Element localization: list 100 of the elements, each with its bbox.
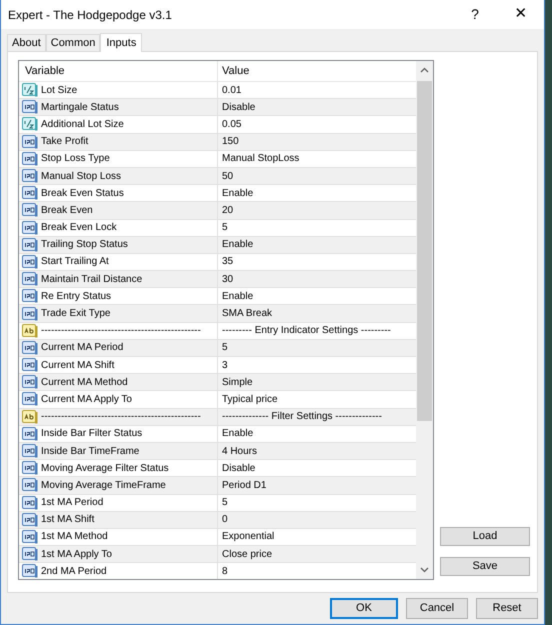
number-type-icon bbox=[22, 152, 38, 166]
variable-value: 5 bbox=[222, 221, 228, 236]
fraction-type-icon bbox=[22, 117, 38, 132]
variable-name: Break Even bbox=[41, 204, 93, 218]
number-type-icon bbox=[22, 512, 38, 527]
number-type-icon bbox=[22, 340, 38, 355]
variable-name: ------------------------------------------------ bbox=[41, 324, 201, 338]
text-type-icon bbox=[22, 410, 38, 424]
scroll-down-icon[interactable] bbox=[420, 567, 429, 573]
variable-value: 0.01 bbox=[222, 84, 242, 98]
variable-name: 1st MA Apply To bbox=[41, 548, 112, 562]
help-button[interactable]: ? bbox=[452, 0, 498, 29]
variable-name: Lot Size bbox=[41, 84, 78, 98]
variable-name: Start Trailing At bbox=[41, 255, 109, 270]
number-type-icon bbox=[22, 254, 38, 269]
variable-value: 20 bbox=[222, 204, 234, 218]
variable-value: 5 bbox=[222, 496, 228, 510]
variable-value: 4 Hours bbox=[222, 444, 258, 459]
variable-name: ------------------------------------------------ bbox=[41, 410, 201, 424]
number-type-icon bbox=[22, 564, 38, 578]
number-type-icon bbox=[22, 238, 38, 252]
variable-value: Close price bbox=[222, 548, 272, 562]
number-type-icon bbox=[22, 444, 38, 458]
variable-value: --------- Entry Indicator Settings --------- bbox=[222, 324, 391, 338]
number-type-icon bbox=[22, 426, 38, 441]
number-type-icon bbox=[22, 220, 38, 235]
variable-value: 50 bbox=[222, 170, 234, 184]
variable-value: Enable bbox=[222, 238, 254, 252]
number-type-icon bbox=[22, 134, 38, 149]
variable-name: Maintain Trail Distance bbox=[41, 272, 142, 287]
variable-value: Simple bbox=[222, 376, 253, 390]
number-type-icon bbox=[22, 461, 38, 476]
variable-value: -------------- Filter Settings -------------- bbox=[222, 410, 382, 424]
number-type-icon bbox=[22, 272, 38, 286]
side-button[interactable]: Load bbox=[440, 527, 530, 546]
column-header[interactable]: Value bbox=[218, 61, 416, 81]
variable-value: Enable bbox=[222, 186, 254, 201]
scroll-up-icon[interactable] bbox=[420, 67, 429, 73]
variable-value: 0.05 bbox=[222, 118, 242, 132]
variable-value: Enable bbox=[222, 290, 254, 304]
variable-value: 30 bbox=[222, 272, 234, 287]
number-type-icon bbox=[22, 496, 38, 510]
scroll-thumb[interactable] bbox=[417, 81, 432, 421]
variable-value: SMA Break bbox=[222, 307, 272, 322]
variable-value: Manual StopLoss bbox=[222, 152, 300, 166]
variable-value: 150 bbox=[222, 135, 239, 150]
number-type-icon bbox=[22, 478, 38, 492]
variable-name: Break Even Lock bbox=[41, 221, 117, 236]
tab[interactable]: About bbox=[7, 34, 46, 51]
variable-name: Moving Average Filter Status bbox=[41, 462, 169, 476]
variable-name: Current MA Method bbox=[41, 376, 128, 390]
scrollbar[interactable] bbox=[416, 61, 433, 579]
variable-name: Moving Average TimeFrame bbox=[41, 478, 166, 493]
number-type-icon bbox=[22, 358, 38, 372]
number-type-icon bbox=[22, 169, 38, 184]
tab[interactable]: Common bbox=[46, 34, 100, 51]
text-type-icon bbox=[22, 324, 38, 338]
variable-name: Current MA Shift bbox=[41, 358, 114, 373]
variable-name: Trailing Stop Status bbox=[41, 238, 128, 252]
variable-name: Additional Lot Size bbox=[41, 118, 124, 132]
variable-value: Period D1 bbox=[222, 478, 266, 493]
number-type-icon bbox=[22, 375, 38, 390]
number-type-icon bbox=[22, 186, 38, 200]
variable-name: Inside Bar Filter Status bbox=[41, 427, 142, 442]
variable-value: 0 bbox=[222, 513, 228, 528]
tab[interactable]: Inputs bbox=[100, 33, 142, 52]
variable-name: Current MA Period bbox=[41, 341, 124, 356]
window-title: Expert - The Hodgepodge v3.1 bbox=[8, 6, 173, 24]
variable-name: Take Profit bbox=[41, 135, 88, 150]
variable-name: 1st MA Shift bbox=[41, 513, 94, 528]
number-type-icon bbox=[22, 203, 38, 218]
variable-value: Disable bbox=[222, 462, 256, 476]
number-type-icon bbox=[22, 392, 38, 406]
number-type-icon bbox=[22, 289, 38, 304]
number-type-icon bbox=[22, 547, 38, 562]
variable-name: 1st MA Method bbox=[41, 530, 108, 544]
variable-name: Re Entry Status bbox=[41, 290, 112, 304]
variable-value: Disable bbox=[222, 100, 256, 115]
variable-name: Trade Exit Type bbox=[41, 307, 110, 322]
dialog-button[interactable]: Reset bbox=[476, 598, 538, 619]
number-type-icon bbox=[22, 530, 38, 544]
number-type-icon bbox=[22, 306, 38, 321]
variable-name: 2nd MA Period bbox=[41, 564, 107, 579]
variable-name: Martingale Status bbox=[41, 100, 119, 115]
close-button[interactable]: ✕ bbox=[498, 0, 544, 29]
variable-value: Exponential bbox=[222, 530, 274, 544]
variable-name: 1st MA Period bbox=[41, 496, 104, 510]
variable-value: 8 bbox=[222, 564, 228, 579]
variable-value: Typical price bbox=[222, 392, 278, 407]
dialog-button[interactable]: Cancel bbox=[406, 598, 468, 619]
fraction-type-icon bbox=[22, 83, 38, 98]
variable-name: Current MA Apply To bbox=[41, 392, 132, 407]
dialog-button[interactable]: OK bbox=[330, 598, 398, 619]
column-header[interactable]: Variable bbox=[19, 61, 218, 81]
side-button[interactable]: Save bbox=[440, 557, 530, 576]
variable-value: 35 bbox=[222, 255, 234, 270]
variable-name: Manual Stop Loss bbox=[41, 170, 122, 184]
number-type-icon bbox=[22, 100, 38, 114]
variable-value: 3 bbox=[222, 358, 228, 373]
variable-value: Enable bbox=[222, 427, 254, 442]
